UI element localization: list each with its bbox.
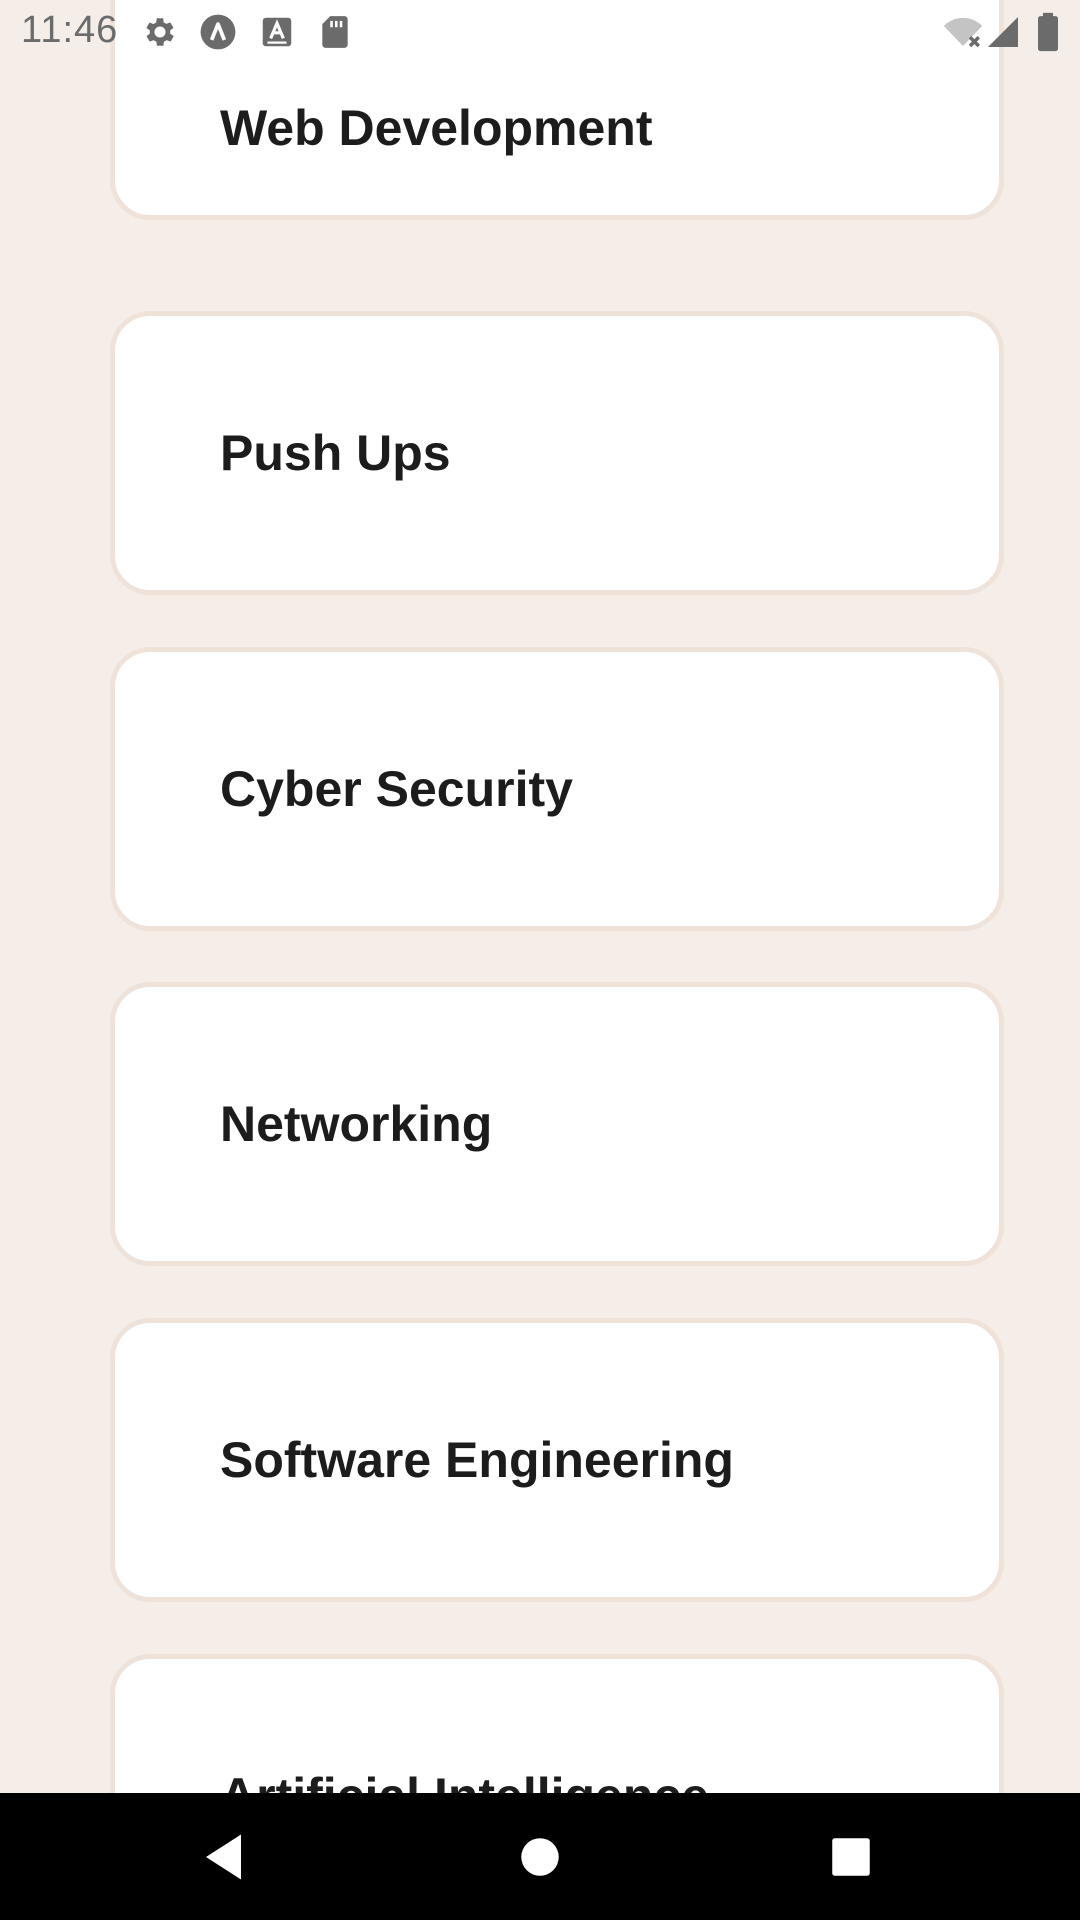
topic-card-label: Push Ups [220, 425, 451, 481]
topic-card-label: Networking [220, 1096, 493, 1152]
a-circle-icon [199, 13, 237, 51]
topic-card-label: Software Engineering [220, 1432, 734, 1488]
battery-icon [1034, 12, 1062, 52]
wifi-off-icon [942, 11, 984, 53]
topic-card-label: Web Development [220, 100, 653, 156]
back-icon[interactable] [196, 1827, 256, 1887]
topic-list[interactable]: Web Development Push Ups Cyber Security … [0, 0, 1080, 1793]
topic-card-cyber-security[interactable]: Cyber Security [110, 647, 1004, 931]
a-box-icon [258, 13, 296, 51]
signal-icon [985, 14, 1021, 50]
topic-card-networking[interactable]: Networking [110, 982, 1004, 1266]
topic-card-artificial-intelligence[interactable]: Artificial Intelligence [110, 1654, 1004, 1793]
home-icon[interactable] [510, 1827, 570, 1887]
recents-icon[interactable] [821, 1827, 881, 1887]
gear-icon [141, 13, 179, 51]
sd-card-icon [316, 13, 354, 51]
topic-card-label: Cyber Security [220, 761, 573, 817]
status-bar: 11:46 [0, 0, 1080, 64]
topic-card-software-engineering[interactable]: Software Engineering [110, 1318, 1004, 1602]
topic-card-push-ups[interactable]: Push Ups [110, 311, 1004, 595]
navigation-bar [0, 1793, 1080, 1920]
topic-card-label: Artificial Intelligence [220, 1767, 709, 1793]
status-time: 11:46 [21, 9, 119, 51]
